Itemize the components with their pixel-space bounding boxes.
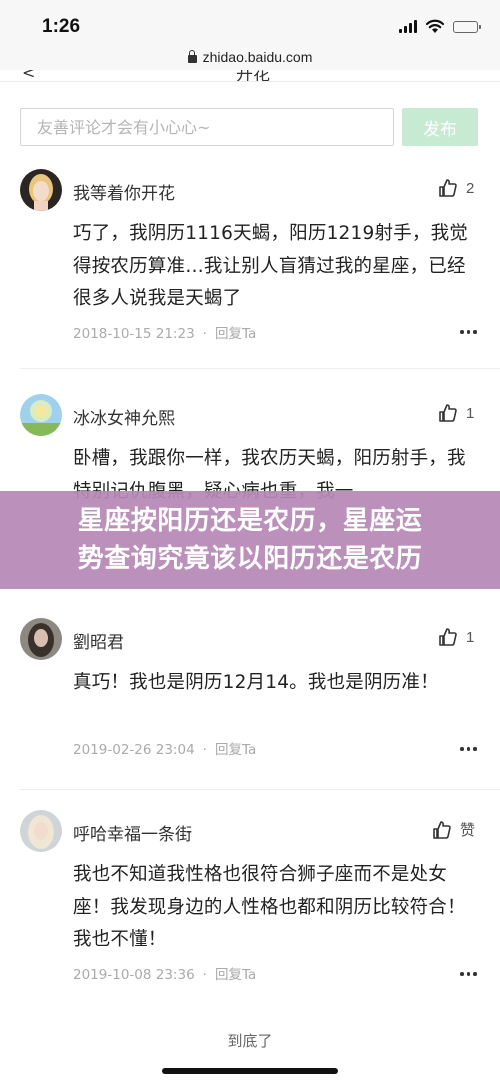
- thumbs-up-icon: [439, 628, 457, 646]
- wifi-icon: [425, 19, 445, 33]
- avatar[interactable]: [20, 810, 62, 852]
- more-icon[interactable]: [460, 747, 477, 751]
- username[interactable]: 呼哈幸福一条街: [73, 820, 192, 845]
- publish-button[interactable]: 发布: [402, 108, 478, 146]
- divider: [20, 789, 500, 790]
- thumbs-up-icon: [439, 404, 457, 422]
- comment-input[interactable]: [20, 108, 394, 146]
- reply-link[interactable]: 回复Ta: [215, 742, 256, 758]
- more-icon[interactable]: [460, 330, 477, 334]
- divider: [20, 368, 500, 369]
- reply-link[interactable]: 回复Ta: [215, 967, 256, 983]
- reply-link[interactable]: 回复Ta: [215, 326, 256, 342]
- home-indicator[interactable]: [162, 1068, 338, 1074]
- like-button[interactable]: 赞: [432, 819, 475, 840]
- battery-icon: [453, 20, 481, 33]
- status-bar: 1:26: [0, 0, 500, 50]
- username[interactable]: 冰冰女神允熙: [73, 404, 175, 429]
- signal-icon: [399, 20, 417, 33]
- page-title: 开花: [236, 70, 270, 82]
- comment-meta: 2019-10-08 23:36 · 回复Ta: [73, 967, 257, 983]
- username[interactable]: 我等着你开花: [73, 179, 175, 204]
- address-bar[interactable]: zhidao.baidu.com: [0, 44, 500, 70]
- comment-text: 巧了，我阴历1116天蝎，阳历1219射手，我觉得按农历算准…我让别人盲猜过我的…: [73, 223, 468, 309]
- thumbs-up-icon: [433, 820, 451, 839]
- page-header: < 开花: [0, 70, 500, 82]
- comment-meta: 2019-02-26 23:04 · 回复Ta: [73, 742, 257, 758]
- title-banner: 星座按阳历还是农历，星座运 势查询究竟该以阳历还是农历: [0, 491, 500, 589]
- avatar[interactable]: [20, 169, 62, 211]
- avatar[interactable]: [20, 618, 62, 660]
- like-button[interactable]: 1: [438, 627, 474, 647]
- status-icons: [399, 19, 481, 34]
- banner-title-line-1: 星座按阳历还是农历，星座运: [77, 506, 423, 536]
- comment-text: 真巧！我也是阴历12月14。我也是阴历准！: [73, 672, 439, 693]
- more-icon[interactable]: [460, 972, 477, 976]
- like-count: 1: [466, 404, 475, 422]
- like-count: 1: [466, 628, 475, 646]
- like-label: 赞: [460, 821, 476, 839]
- url-text: zhidao.baidu.com: [202, 49, 313, 65]
- comment-text: 我也不知道我性格也很符合狮子座而不是处女座！我发现身边的人性格也都和阴历比较符合…: [73, 864, 466, 950]
- back-arrow-icon[interactable]: <: [22, 70, 35, 81]
- like-count: 2: [466, 179, 475, 197]
- banner-title-line-2: 势查询究竟该以阳历还是农历: [77, 544, 423, 574]
- end-of-list-text: 到底了: [227, 1032, 273, 1050]
- like-button[interactable]: 1: [438, 403, 474, 423]
- like-button[interactable]: 2: [438, 178, 474, 198]
- lock-icon: [187, 50, 197, 63]
- username[interactable]: 劉昭君: [73, 628, 124, 653]
- status-time: 1:26: [42, 16, 81, 37]
- comment-meta: 2018-10-15 21:23 · 回复Ta: [73, 326, 257, 342]
- thumbs-up-icon: [439, 179, 457, 197]
- comment-date: 2019-02-26 23:04: [73, 742, 195, 758]
- comment-date: 2018-10-15 21:23: [73, 326, 195, 342]
- comment-date: 2019-10-08 23:36: [73, 967, 195, 983]
- avatar[interactable]: [20, 394, 62, 436]
